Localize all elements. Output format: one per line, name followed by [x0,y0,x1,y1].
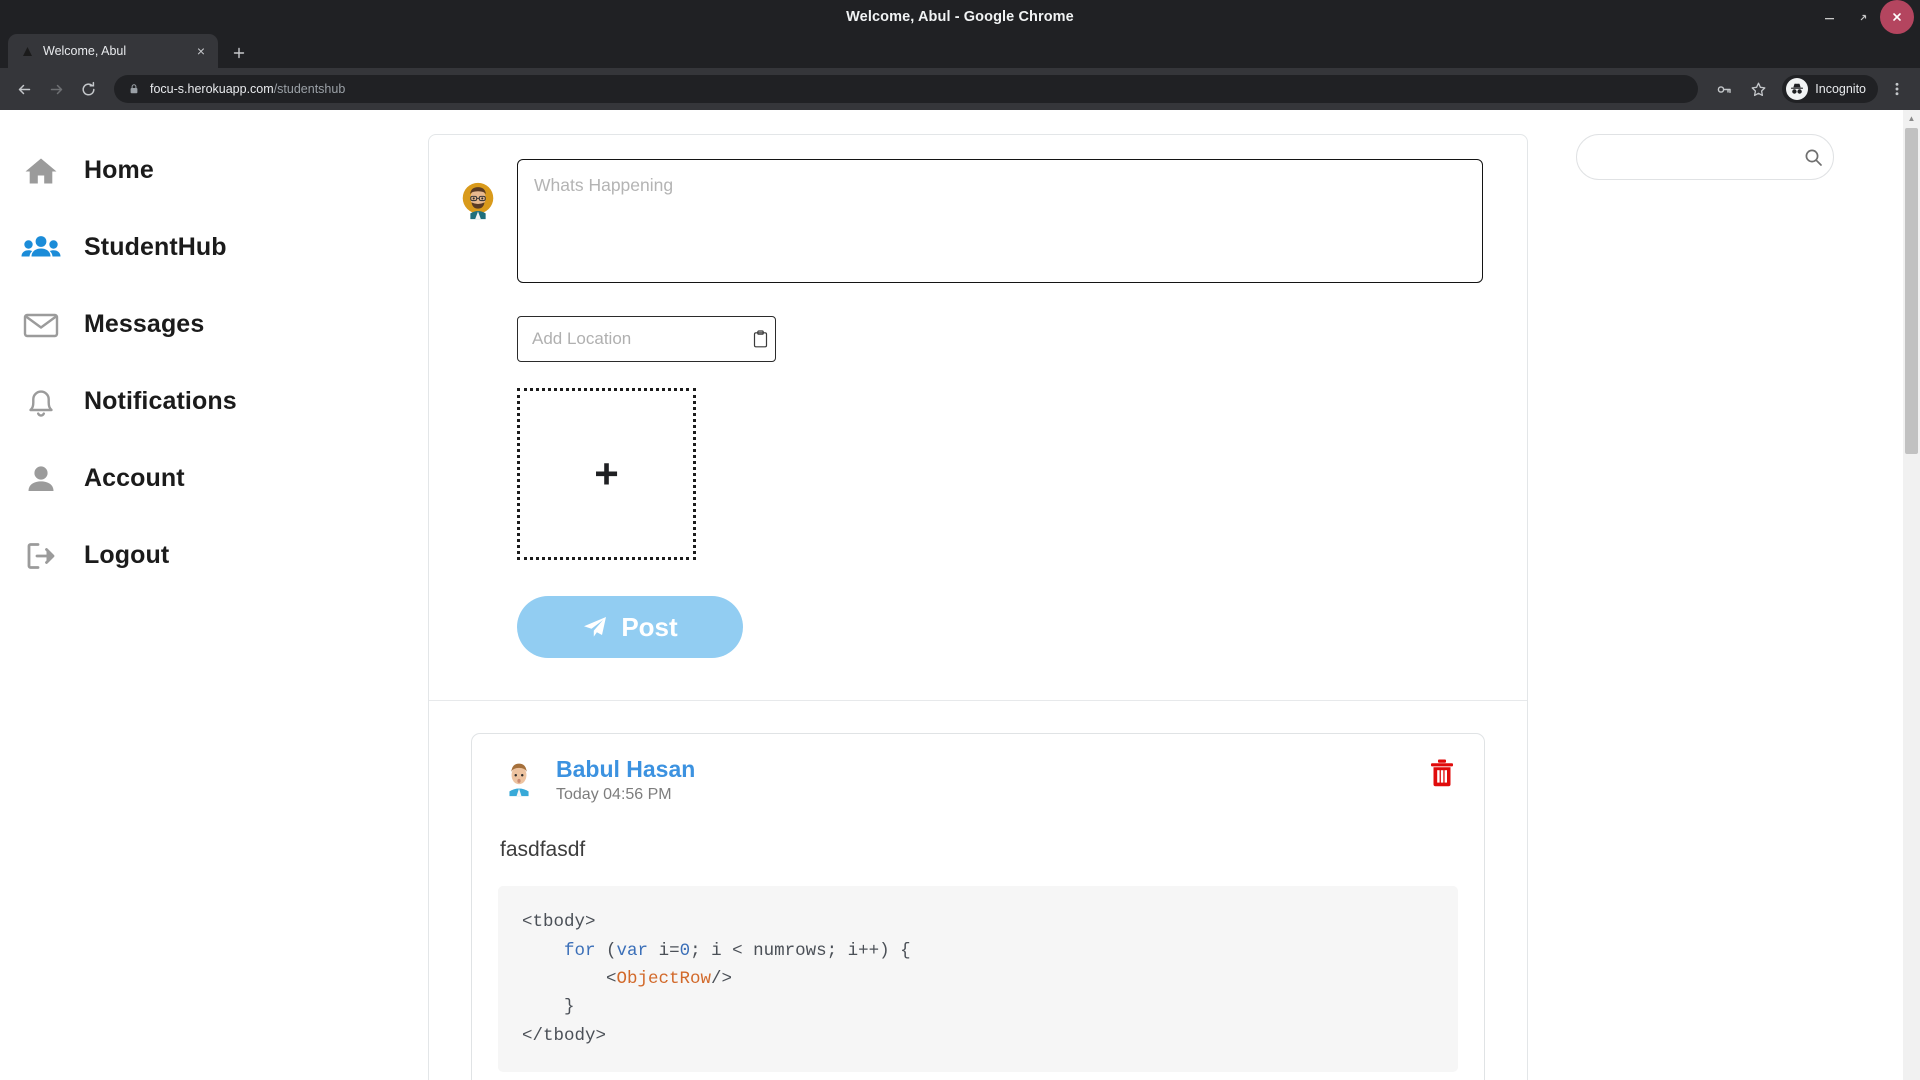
sidebar-item-label: Logout [84,541,169,570]
post-meta: Babul Hasan Today 04:56 PM [556,756,695,804]
plus-icon: + [594,453,619,495]
main-sidebar: Home StudentHub [0,110,428,1080]
new-tab-icon[interactable] [224,38,254,68]
post-text: fasdfasdf [500,838,1458,862]
sidebar-item-label: StudentHub [84,233,227,262]
content-card: + Post [428,134,1528,1080]
sidebar-item-logout[interactable]: Logout [0,517,428,594]
address-bar-text: focu-s.herokuapp.com/studentshub [150,82,1688,96]
key-icon[interactable] [1710,75,1738,103]
clipboard-icon[interactable] [753,329,768,349]
minimize-icon[interactable] [1812,0,1846,34]
lock-icon [128,83,141,96]
sidebar-item-label: Notifications [84,387,237,416]
kebab-menu-icon[interactable] [1884,74,1910,104]
sidebar-item-home[interactable]: Home [0,132,428,209]
trash-icon[interactable] [1428,758,1458,790]
location-input[interactable] [532,329,753,349]
window-title: Welcome, Abul - Google Chrome [846,9,1074,25]
person-icon [18,456,64,502]
search-icon[interactable] [1804,147,1823,167]
envelope-icon [18,302,64,348]
triangle-favicon [20,44,35,59]
page-scrollbar[interactable]: ▲ [1903,110,1920,1080]
sidebar-item-label: Home [84,156,154,185]
tab-strip: Welcome, Abul × [0,34,1920,68]
status-field-wrap [517,159,1499,288]
people-icon [18,225,64,271]
composer-fields: + Post [517,159,1499,658]
browser-toolbar: focu-s.herokuapp.com/studentshub [0,68,1920,110]
composer-divider [429,700,1527,701]
browser-window: Welcome, Abul - Google Chrome [0,0,1920,1080]
page-viewport: Home StudentHub [0,110,1920,1080]
search-box[interactable] [1576,134,1834,180]
post-timestamp: Today 04:56 PM [556,786,695,804]
url-domain: focu-s.herokuapp.com [150,82,274,96]
post-button[interactable]: Post [517,596,743,658]
bell-icon [18,379,64,425]
post-author-name[interactable]: Babul Hasan [556,756,695,782]
search-input[interactable] [1597,148,1804,166]
user-avatar-bearded-glasses [457,179,499,221]
post-button-label: Post [621,612,677,643]
sidebar-item-label: Messages [84,310,204,339]
status-input[interactable] [517,159,1483,283]
paper-plane-icon [582,614,608,640]
logout-icon [18,533,64,579]
sidebar-item-notifications[interactable]: Notifications [0,363,428,440]
image-upload-dropzone[interactable]: + [517,388,696,560]
sidebar-item-studenthub[interactable]: StudentHub [0,209,428,286]
post-code-block: <tbody> for (var i=0; i < numrows; i++) … [498,886,1458,1072]
sidebar-item-account[interactable]: Account [0,440,428,517]
close-icon[interactable] [1880,0,1914,34]
address-bar[interactable]: focu-s.herokuapp.com/studentshub [114,75,1698,103]
tab-welcome-abul[interactable]: Welcome, Abul × [8,34,218,68]
user-avatar-young-man [498,756,540,798]
location-input-box[interactable] [517,316,776,362]
incognito-profile-badge[interactable]: Incognito [1782,75,1878,103]
scroll-up-arrow-icon[interactable]: ▲ [1903,110,1920,127]
tab-title: Welcome, Abul [43,44,184,58]
post-header: Babul Hasan Today 04:56 PM [498,756,1458,804]
incognito-label: Incognito [1815,82,1866,96]
window-controls [1812,0,1920,34]
home-icon [18,148,64,194]
sidebar-item-messages[interactable]: Messages [0,286,428,363]
right-rail [1528,110,1920,1080]
restore-icon[interactable] [1846,0,1880,34]
url-path: /studentshub [274,82,346,96]
reload-icon[interactable] [74,75,102,103]
star-icon[interactable] [1744,75,1772,103]
sidebar-item-label: Account [84,464,185,493]
location-field-wrap [517,316,1499,362]
scrollbar-thumb[interactable] [1905,128,1918,454]
toolbar-actions: Incognito [1710,74,1910,104]
back-arrow-icon[interactable] [10,75,38,103]
window-titlebar: Welcome, Abul - Google Chrome [0,0,1920,34]
tab-close-icon[interactable]: × [192,42,210,60]
forward-arrow-icon[interactable] [42,75,70,103]
post-card: Babul Hasan Today 04:56 PM [471,733,1485,1080]
post-composer: + Post [457,159,1499,658]
incognito-hat-icon [1786,78,1808,100]
main-content: + Post [428,110,1528,1080]
